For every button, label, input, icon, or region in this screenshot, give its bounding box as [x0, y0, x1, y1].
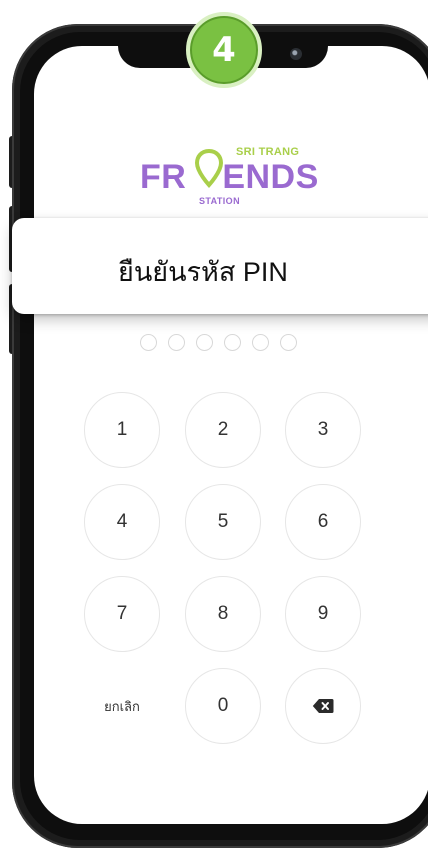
key-6[interactable]: 6	[285, 484, 361, 560]
key-0[interactable]: 0	[185, 668, 261, 744]
key-4[interactable]: 4	[84, 484, 160, 560]
key-7[interactable]: 7	[84, 576, 160, 652]
pin-dot	[196, 334, 213, 351]
map-pin-icon	[194, 148, 224, 188]
logo-main-text: FR ENDS	[140, 158, 319, 197]
key-9[interactable]: 9	[285, 576, 361, 652]
cancel-button[interactable]: ยกเลิก	[84, 668, 160, 744]
key-3[interactable]: 3	[285, 392, 361, 468]
key-2[interactable]: 2	[185, 392, 261, 468]
pin-dot	[168, 334, 185, 351]
logo-bottom-text: STATION	[199, 196, 240, 206]
logo-main-left: FR	[140, 158, 187, 196]
page-title: ยืนยันรหัส PIN	[118, 257, 288, 287]
friends-station-logo: SRI TRANG FR ENDS STATION	[140, 146, 318, 210]
stage: 4 SRI TRANG FR ENDS STATION ยืนยันรหัส PI…	[0, 0, 428, 852]
pin-dot	[280, 334, 297, 351]
pin-dot	[224, 334, 241, 351]
front-camera-icon	[290, 48, 302, 60]
pin-dot	[140, 334, 157, 351]
step-badge: 4	[186, 12, 262, 88]
key-1[interactable]: 1	[84, 392, 160, 468]
logo-top-text: SRI TRANG	[236, 146, 300, 158]
backspace-icon	[312, 699, 334, 713]
pin-dot	[252, 334, 269, 351]
logo-main-right: ENDS	[222, 158, 319, 196]
pin-indicator	[140, 334, 297, 351]
key-5[interactable]: 5	[185, 484, 261, 560]
delete-button[interactable]	[285, 668, 361, 744]
key-8[interactable]: 8	[185, 576, 261, 652]
